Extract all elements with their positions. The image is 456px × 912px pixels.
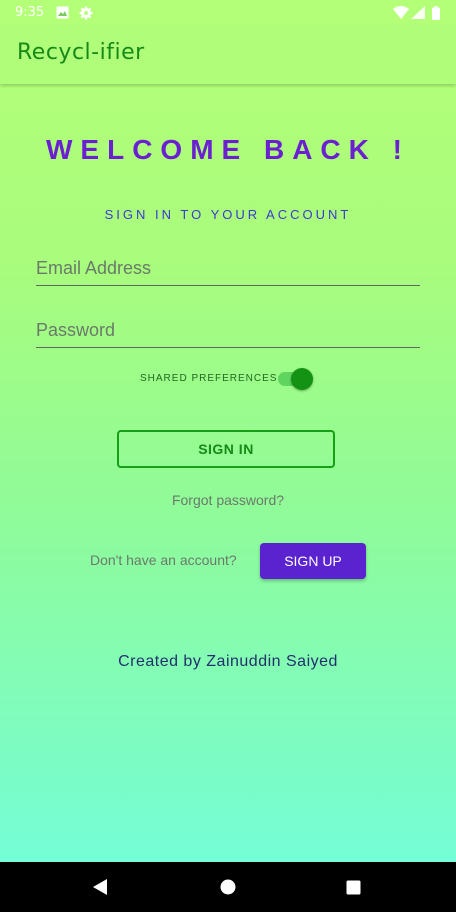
credit-text: Created by Zainuddin Saiyed bbox=[118, 653, 338, 670]
shared-preferences-label: SHARED PREFERENCES bbox=[140, 373, 278, 384]
home-icon[interactable] bbox=[220, 879, 236, 899]
system-nav-bar bbox=[0, 862, 456, 912]
forgot-password-link[interactable]: Forgot password? bbox=[0, 492, 456, 508]
no-account-text: Don't have an account? bbox=[90, 552, 237, 568]
toggle-thumb bbox=[291, 368, 313, 390]
email-input[interactable] bbox=[36, 253, 420, 283]
sign-in-button[interactable]: SIGN IN bbox=[117, 430, 335, 468]
settings-gear-icon bbox=[79, 6, 93, 24]
signal-icon bbox=[411, 6, 425, 23]
status-bar: 9:35 bbox=[0, 0, 456, 26]
app-screen: 9:35 Recycl-ifier WELCOME BACK ! SIGN IN… bbox=[0, 0, 456, 862]
image-icon bbox=[56, 6, 69, 23]
sign-in-subheading: SIGN IN TO YOUR ACCOUNT bbox=[104, 207, 352, 222]
app-bar: Recycl-ifier bbox=[0, 26, 456, 84]
shared-preferences-toggle[interactable] bbox=[278, 368, 314, 390]
password-input[interactable] bbox=[36, 315, 420, 345]
back-icon[interactable] bbox=[92, 878, 108, 900]
welcome-heading: WELCOME BACK ! bbox=[46, 134, 410, 165]
email-field-container bbox=[36, 253, 420, 286]
recents-icon[interactable] bbox=[346, 880, 361, 899]
sign-up-button[interactable]: SIGN UP bbox=[260, 543, 366, 579]
wifi-icon bbox=[393, 6, 409, 23]
status-time: 9:35 bbox=[15, 5, 45, 20]
password-field-container bbox=[36, 315, 420, 348]
app-title: Recycl-ifier bbox=[17, 40, 145, 65]
battery-icon bbox=[432, 6, 440, 24]
